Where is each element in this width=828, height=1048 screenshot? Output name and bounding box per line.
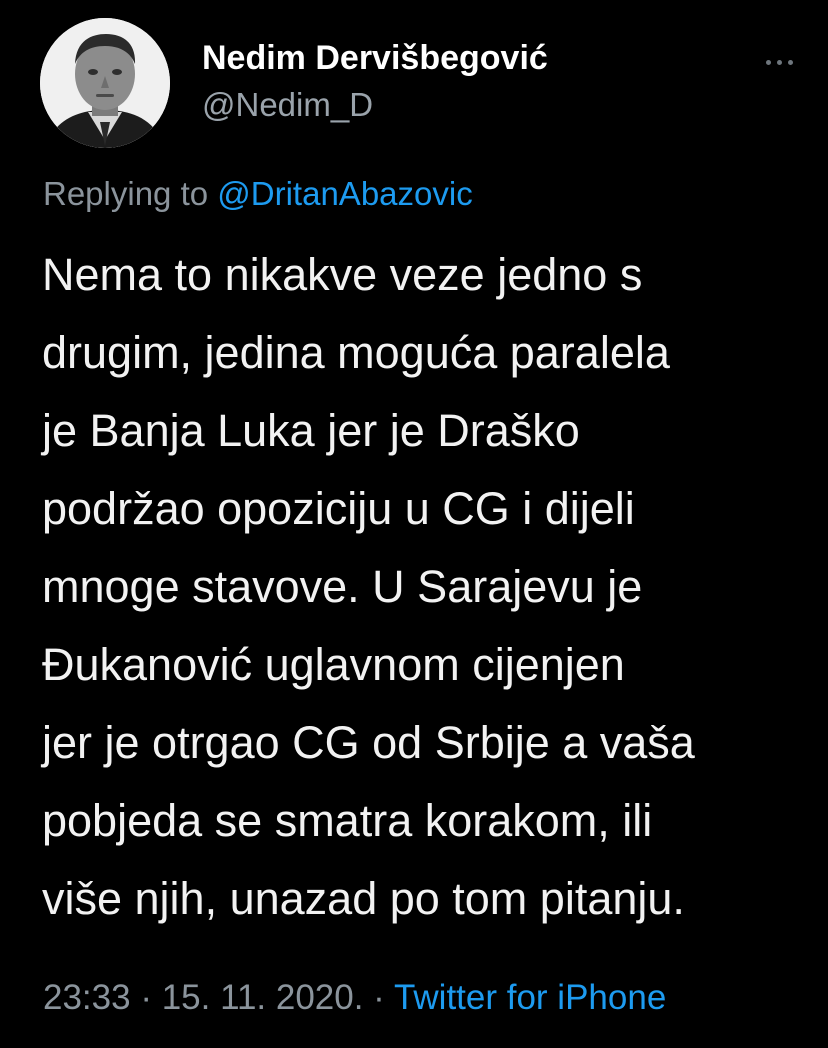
author-handle[interactable]: @Nedim_D [202, 84, 548, 126]
tweet-time[interactable]: 23:33 [43, 978, 131, 1017]
tweet-header: Nedim Dervišbegović @Nedim_D [40, 18, 800, 148]
tweet-text-line: mnoge stavove. U Sarajevu je [42, 561, 643, 612]
ellipsis-dot-icon [766, 60, 771, 65]
author-names: Nedim Dervišbegović @Nedim_D [202, 38, 548, 126]
tweet-metadata: 23:33 · 15. 11. 2020. · Twitter for iPho… [43, 974, 666, 1022]
more-options-button[interactable] [760, 52, 800, 72]
ellipsis-dot-icon [788, 60, 793, 65]
meta-separator: · [130, 978, 162, 1017]
tweet-text-line: pobjeda se smatra korakom, ili [42, 795, 653, 846]
tweet-text-line: više njih, unazad po tom pitanju. [42, 873, 685, 924]
tweet-text-line: podržao opoziciju u CG i dijeli [42, 483, 635, 534]
tweet-detail: Nedim Dervišbegović @Nedim_D Replying to… [0, 0, 828, 1048]
tweet-text: Nema to nikakve veze jedno s drugim, jed… [42, 236, 812, 938]
tweet-text-line: Nema to nikakve veze jedno s [42, 249, 643, 300]
ellipsis-dot-icon [777, 60, 782, 65]
tweet-text-line: jer je otrgao CG od Srbije a vaša [42, 717, 695, 768]
avatar[interactable] [40, 18, 170, 148]
tweet-text-line: drugim, jedina moguća paralela [42, 327, 670, 378]
profile-photo-icon [40, 18, 170, 148]
tweet-date[interactable]: 15. 11. 2020. [162, 978, 364, 1017]
replying-to-label: Replying to [43, 175, 209, 212]
tweet-source-link[interactable]: Twitter for iPhone [394, 978, 666, 1017]
tweet-text-line: je Banja Luka jer je Draško [42, 405, 580, 456]
replying-to: Replying to @DritanAbazovic [43, 170, 473, 218]
reply-mention-link[interactable]: @DritanAbazovic [217, 175, 472, 212]
tweet-text-line: Đukanović uglavnom cijenjen [42, 639, 625, 690]
author-display-name[interactable]: Nedim Dervišbegović [202, 38, 548, 78]
meta-separator: · [363, 978, 394, 1017]
